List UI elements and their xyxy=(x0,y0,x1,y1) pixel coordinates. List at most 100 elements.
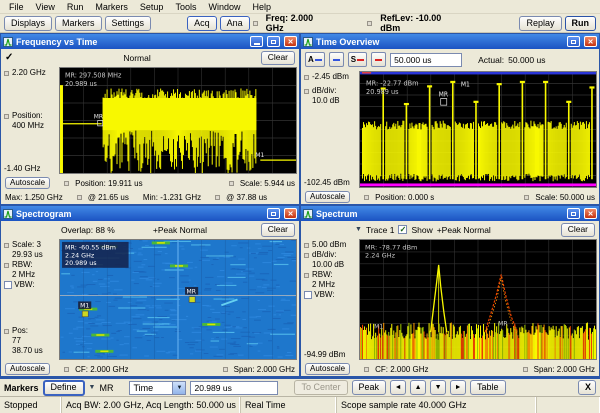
minimize-button[interactable] xyxy=(250,36,263,47)
restore-button[interactable] xyxy=(567,208,580,219)
cf-adjust-icon[interactable] xyxy=(364,367,369,372)
marker-domain-select[interactable]: Time ▼ xyxy=(129,381,186,395)
trace-selector[interactable]: Trace 1 xyxy=(366,225,395,235)
peak-search-button[interactable]: Peak xyxy=(352,380,387,395)
marker-m1-label[interactable]: M1 xyxy=(80,304,89,310)
marker-mr-label[interactable]: MR xyxy=(94,113,104,120)
reflev-readout[interactable]: RefLev: -10.00 dBm xyxy=(380,13,458,33)
menu-tools[interactable]: Tools xyxy=(169,2,202,12)
position-adjust-icon[interactable] xyxy=(4,114,9,119)
restore-button[interactable] xyxy=(567,36,580,47)
reflev-adjust-icon[interactable] xyxy=(367,21,372,26)
analysis-length-button[interactable] xyxy=(329,52,344,67)
span-adjust-icon[interactable] xyxy=(223,367,228,372)
marker-m1-box[interactable] xyxy=(82,311,88,317)
max-at-adjust-icon[interactable] xyxy=(77,195,82,200)
analysis-time-button[interactable]: A xyxy=(305,52,325,67)
spectrum-plot[interactable]: MR: -78.77 dBm 2.24 GHz M1 MR xyxy=(359,239,597,360)
show-checkbox[interactable]: ✓ xyxy=(398,225,407,234)
menu-markers[interactable]: Markers xyxy=(89,2,134,12)
scale-adjust-icon[interactable] xyxy=(229,181,234,186)
autoscale-button[interactable]: Autoscale xyxy=(5,363,50,375)
peak-right-button[interactable]: ► xyxy=(450,380,466,395)
spectrogram-plot[interactable]: MR: -60.55 dBm 2.24 GHz 20.989 us M1 MR xyxy=(59,239,297,360)
peak-left-button[interactable]: ◄ xyxy=(390,380,406,395)
marker-m1-label[interactable]: M1 xyxy=(255,152,264,159)
time-overview-titlebar[interactable]: Time Overview ✕ xyxy=(301,34,599,49)
marker-mr-box[interactable] xyxy=(441,99,447,106)
span-readout[interactable]: Span: 2.000 GHz xyxy=(534,365,595,374)
ana-button[interactable]: Ana xyxy=(220,16,250,31)
selected-marker-label[interactable]: MR xyxy=(99,383,113,393)
pos-adjust-icon[interactable] xyxy=(4,329,9,334)
spectrum-time-button[interactable]: S xyxy=(348,52,367,67)
autoscale-button[interactable]: Autoscale xyxy=(305,363,350,375)
marker-mr-label[interactable]: MR xyxy=(187,289,196,295)
run-button[interactable]: Run xyxy=(565,16,597,31)
vbw-checkbox[interactable] xyxy=(304,291,312,299)
rbw-adjust-icon[interactable] xyxy=(304,273,309,278)
menu-help[interactable]: Help xyxy=(246,2,277,12)
span-readout[interactable]: Span: 2.000 GHz xyxy=(234,365,295,374)
marker-mr-box[interactable] xyxy=(189,297,195,303)
clear-button[interactable]: Clear xyxy=(261,223,295,237)
cf-readout[interactable]: CF: 2.000 GHz xyxy=(375,365,428,374)
acq-button[interactable]: Acq xyxy=(187,16,217,31)
settings-button[interactable]: Settings xyxy=(105,16,152,31)
restore-button[interactable] xyxy=(267,208,280,219)
close-markers-toolbar-button[interactable]: X xyxy=(578,380,596,395)
replay-button[interactable]: Replay xyxy=(519,16,561,31)
close-button[interactable]: ✕ xyxy=(584,36,597,47)
position-readout[interactable]: Position: 0.000 s xyxy=(375,193,434,202)
dropdown-arrow-icon[interactable]: ▼ xyxy=(172,382,185,394)
menu-setup[interactable]: Setup xyxy=(134,2,170,12)
clear-button[interactable]: Clear xyxy=(561,223,595,237)
freq-readout[interactable]: Freq: 2.000 GHz xyxy=(266,13,330,33)
top-adjust-icon[interactable] xyxy=(304,75,309,80)
define-markers-button[interactable]: Define xyxy=(43,380,85,396)
trace-dropdown-icon[interactable]: ▼ xyxy=(355,226,362,233)
span-adjust-icon[interactable] xyxy=(523,367,528,372)
dbdiv-adjust-icon[interactable] xyxy=(304,253,309,258)
marker-select-dropdown-icon[interactable]: ▼ xyxy=(89,384,96,391)
dbdiv-adjust-icon[interactable] xyxy=(304,89,309,94)
scale-adjust-icon[interactable] xyxy=(4,243,9,248)
time-overview-plot[interactable]: MR: -22.77 dBm 20.989 us MR M1 xyxy=(359,71,597,188)
frequency-vs-time-plot[interactable]: MR: 297.508 MHz 20.989 us MR M1 xyxy=(59,67,297,174)
close-button[interactable]: ✕ xyxy=(284,208,297,219)
marker-mr-label[interactable]: MR xyxy=(498,322,507,328)
spectrogram-titlebar[interactable]: Spectrogram ✕ xyxy=(1,206,299,221)
trace-enabled-check-icon[interactable]: ✓ xyxy=(5,52,13,63)
freq-adjust-icon[interactable] xyxy=(253,21,258,26)
rbw-adjust-icon[interactable] xyxy=(4,263,9,268)
marker-mr-label[interactable]: MR xyxy=(439,91,449,98)
menu-window[interactable]: Window xyxy=(202,2,246,12)
displays-button[interactable]: Displays xyxy=(4,16,52,31)
position-adjust-icon[interactable] xyxy=(64,181,69,186)
marker-m1-label[interactable]: M1 xyxy=(461,81,470,88)
scale-readout[interactable]: Scale: 5.944 us xyxy=(240,179,295,188)
scale-adjust-icon[interactable] xyxy=(524,195,529,200)
vbw-checkbox[interactable] xyxy=(4,281,12,289)
spectrum-titlebar[interactable]: Spectrum ✕ xyxy=(301,206,599,221)
top-adjust-icon[interactable] xyxy=(304,243,309,248)
restore-button[interactable] xyxy=(267,36,280,47)
overlap-readout[interactable]: Overlap: 88 % xyxy=(61,225,115,235)
position-adjust-icon[interactable] xyxy=(364,195,369,200)
menu-view[interactable]: View xyxy=(30,2,61,12)
spectrum-length-button[interactable] xyxy=(371,52,386,67)
marker-table-button[interactable]: Table xyxy=(470,380,506,395)
cf-readout[interactable]: CF: 2.000 GHz xyxy=(75,365,128,374)
marker-position-input[interactable] xyxy=(190,381,278,395)
autoscale-button[interactable]: Autoscale xyxy=(305,191,350,203)
autoscale-button[interactable]: Autoscale xyxy=(5,177,50,189)
scale-readout[interactable]: Scale: 50.000 us xyxy=(535,193,595,202)
marker-m1-label[interactable]: M1 xyxy=(374,324,383,330)
peak-higher-button[interactable]: ▲ xyxy=(410,380,426,395)
close-button[interactable]: ✕ xyxy=(584,208,597,219)
clear-button[interactable]: Clear xyxy=(261,51,295,65)
min-at-adjust-icon[interactable] xyxy=(215,195,220,200)
analysis-length-input[interactable] xyxy=(390,53,462,67)
markers-button[interactable]: Markers xyxy=(55,16,102,31)
close-button[interactable]: ✕ xyxy=(284,36,297,47)
